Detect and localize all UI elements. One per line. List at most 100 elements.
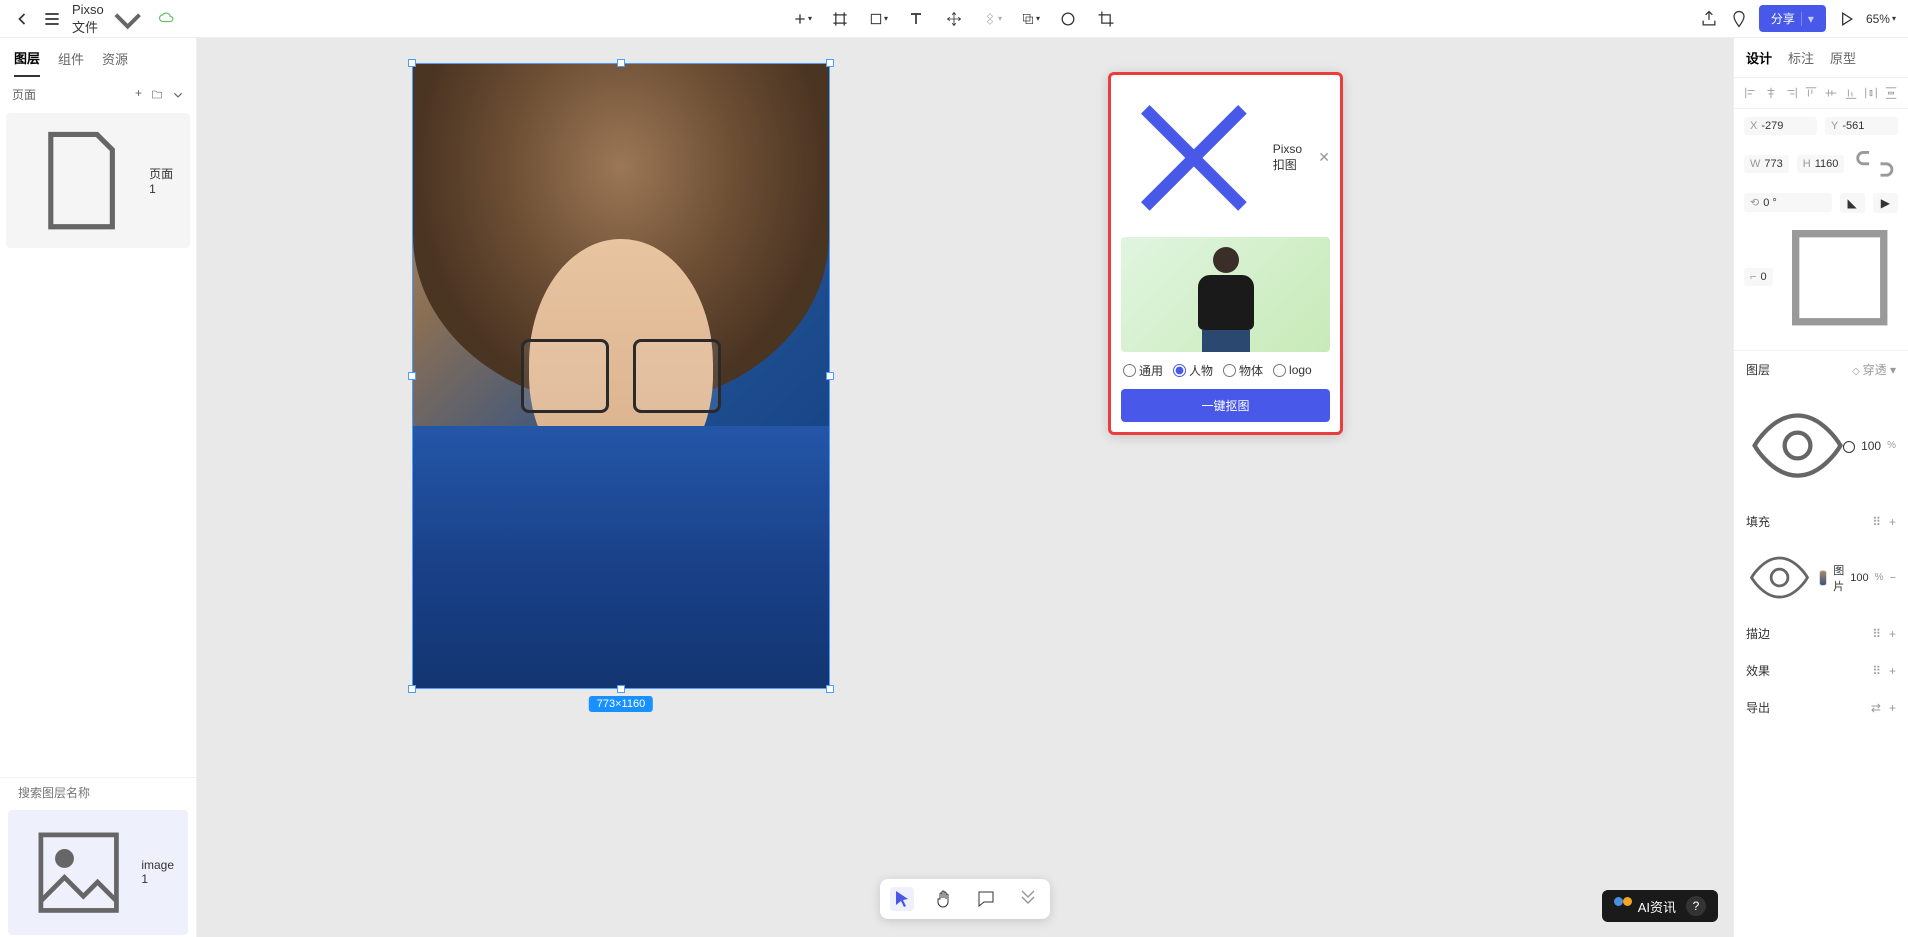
resize-handle[interactable] — [826, 372, 834, 380]
link-wh-icon[interactable] — [1852, 141, 1898, 187]
fill-visibility-icon[interactable] — [1746, 544, 1813, 611]
cutout-action-button[interactable]: 一键抠图 — [1121, 389, 1330, 422]
style-icon[interactable]: ⠿ — [1872, 515, 1881, 529]
tab-layers[interactable]: 图层 — [14, 48, 40, 77]
distribute-v-icon[interactable] — [1884, 86, 1898, 100]
resize-handle[interactable] — [826, 685, 834, 693]
location-icon[interactable] — [1729, 9, 1749, 29]
stroke-section-header: 描边 ⠿+ — [1734, 615, 1908, 652]
w-field[interactable]: W773 — [1744, 155, 1789, 173]
align-bottom-icon[interactable] — [1844, 86, 1858, 100]
toolbar-left: Pixso 文件 — [12, 0, 177, 38]
toolbar-center: ▾ ▾ ▾ ▾ — [792, 9, 1116, 29]
crop-tool-icon[interactable] — [1096, 9, 1116, 29]
resize-handle[interactable] — [408, 59, 416, 67]
align-right-icon[interactable] — [1784, 86, 1798, 100]
share-button[interactable]: 分享▾ — [1759, 5, 1826, 32]
dimensions-badge: 773×1160 — [589, 696, 653, 712]
distribute-h-icon[interactable] — [1864, 86, 1878, 100]
fill-opacity[interactable]: 100 — [1850, 572, 1868, 584]
add-page-icon[interactable]: + — [135, 86, 142, 103]
alignment-controls — [1734, 78, 1908, 109]
opacity-value[interactable]: 100 — [1861, 439, 1881, 453]
play-icon[interactable] — [1836, 9, 1856, 29]
layer-search-input[interactable] — [18, 786, 173, 800]
more-tools-icon[interactable] — [1016, 887, 1040, 911]
remove-fill-icon[interactable]: − — [1890, 572, 1896, 584]
cutout-icon — [1121, 85, 1267, 231]
add-export-icon[interactable]: + — [1889, 701, 1896, 715]
flip-v-icon[interactable]: ▶ — [1873, 193, 1898, 213]
layer-section-header: 图层 ◇ 穿透 ▾ — [1734, 351, 1908, 388]
radio-general[interactable]: 通用 — [1123, 362, 1163, 379]
flip-h-icon[interactable]: ◣ — [1840, 193, 1865, 213]
tab-inspect[interactable]: 标注 — [1788, 48, 1814, 67]
align-center-h-icon[interactable] — [1764, 86, 1778, 100]
help-icon[interactable]: ? — [1686, 896, 1706, 916]
x-field[interactable]: X-279 — [1744, 117, 1817, 135]
radio-logo[interactable]: logo — [1273, 362, 1312, 379]
pages-header: 页面 + — [0, 78, 196, 111]
preview-person — [1191, 247, 1261, 352]
main-content: 图层 组件 资源 页面 + 页面 1 image 1 — [0, 38, 1908, 937]
canvas[interactable]: 773×1160 Pixso 扣图 ✕ 通用 人物 物体 logo 一键抠图 — [197, 38, 1733, 937]
resize-handle[interactable] — [617, 59, 625, 67]
corner-expand-icon[interactable] — [1781, 219, 1898, 336]
move-tool-icon[interactable] — [944, 9, 964, 29]
rotation-field[interactable]: ⟲0 ° — [1744, 193, 1832, 212]
y-field[interactable]: Y-561 — [1825, 117, 1898, 135]
watermark-text: AI资讯 — [1638, 897, 1676, 916]
right-panel: 设计 标注 原型 X-279 Y-561 W773 H1160 — [1733, 38, 1908, 937]
layer-name: image 1 — [141, 858, 174, 886]
rectangle-tool-icon[interactable]: ▾ — [868, 9, 888, 29]
export-icon[interactable] — [1699, 9, 1719, 29]
frame-tool-icon[interactable] — [830, 9, 850, 29]
selected-image[interactable]: 773×1160 — [412, 63, 830, 689]
align-left-icon[interactable] — [1744, 86, 1758, 100]
cursor-tool-icon[interactable] — [890, 887, 914, 911]
collapse-icon[interactable] — [172, 86, 184, 103]
boolean-tool-icon[interactable]: ▾ — [1020, 9, 1040, 29]
resize-handle[interactable] — [408, 685, 416, 693]
visibility-icon[interactable] — [1746, 394, 1849, 497]
component-tool-icon[interactable]: ▾ — [982, 9, 1002, 29]
tab-assets[interactable]: 资源 — [102, 49, 128, 68]
layer-item[interactable]: image 1 — [8, 810, 188, 935]
hand-tool-icon[interactable] — [932, 887, 956, 911]
fill-row[interactable]: 图片 100% − — [1734, 540, 1908, 615]
comment-tool-icon[interactable] — [974, 887, 998, 911]
fill-type: 图片 — [1833, 562, 1844, 594]
menu-icon[interactable] — [42, 9, 62, 29]
add-stroke-icon[interactable]: + — [1889, 627, 1896, 641]
export-settings-icon[interactable]: ⇄ — [1871, 701, 1881, 715]
resize-handle[interactable] — [617, 685, 625, 693]
bottom-toolbar — [880, 879, 1050, 919]
page-item[interactable]: 页面 1 — [6, 113, 190, 248]
resize-handle[interactable] — [408, 372, 416, 380]
resize-handle[interactable] — [826, 59, 834, 67]
ellipse-tool-icon[interactable] — [1058, 9, 1078, 29]
corner-field[interactable]: ⌐0 — [1744, 268, 1773, 286]
tab-components[interactable]: 组件 — [58, 49, 84, 68]
radio-object[interactable]: 物体 — [1223, 362, 1263, 379]
text-tool-icon[interactable] — [906, 9, 926, 29]
blend-mode[interactable]: ◇ 穿透 ▾ — [1852, 361, 1896, 378]
align-center-v-icon[interactable] — [1824, 86, 1838, 100]
radio-person[interactable]: 人物 — [1173, 362, 1213, 379]
style-icon[interactable]: ⠿ — [1872, 664, 1881, 678]
h-field[interactable]: H1160 — [1797, 155, 1845, 173]
add-fill-icon[interactable]: + — [1889, 515, 1896, 529]
align-top-icon[interactable] — [1804, 86, 1818, 100]
style-icon[interactable]: ⠿ — [1872, 627, 1881, 641]
zoom-display[interactable]: 65%▾ — [1866, 12, 1896, 26]
folder-icon[interactable] — [150, 86, 164, 103]
tab-design[interactable]: 设计 — [1746, 48, 1772, 67]
page-icon — [20, 119, 143, 242]
fill-swatch[interactable] — [1819, 570, 1827, 586]
close-icon[interactable]: ✕ — [1318, 149, 1330, 166]
add-tool-icon[interactable]: ▾ — [792, 9, 812, 29]
back-icon[interactable] — [12, 9, 32, 29]
file-name[interactable]: Pixso 文件 — [72, 0, 147, 38]
tab-prototype[interactable]: 原型 — [1830, 48, 1856, 67]
add-effect-icon[interactable]: + — [1889, 664, 1896, 678]
